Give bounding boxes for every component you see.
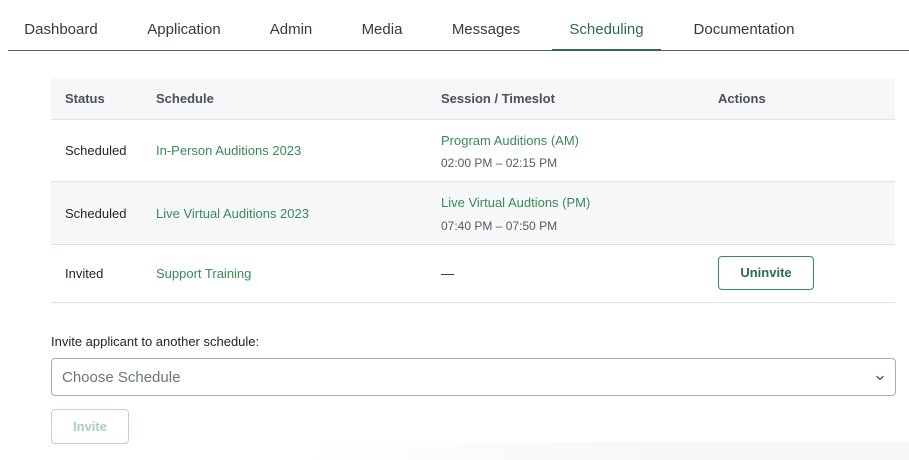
session-link[interactable]: Program Auditions (AM) — [441, 133, 579, 148]
timeslot-text: 07:40 PM – 07:50 PM — [441, 219, 558, 233]
chevron-down-icon — [876, 375, 884, 381]
uninvite-button[interactable]: Uninvite — [718, 256, 814, 290]
schedule-link[interactable]: In-Person Auditions 2023 — [156, 143, 301, 158]
bottom-fade — [300, 442, 909, 460]
nav-tabs: Dashboard Application Admin Media Messag… — [8, 0, 909, 51]
table-row: Scheduled In-Person Auditions 2023 Progr… — [51, 120, 895, 182]
timeslot-text: 02:00 PM – 02:15 PM — [441, 156, 558, 170]
status-text: Scheduled — [65, 143, 127, 158]
header-actions: Actions — [718, 91, 766, 106]
invite-button[interactable]: Invite — [51, 409, 129, 444]
select-placeholder: Choose Schedule — [62, 369, 181, 386]
header-session: Session / Timeslot — [441, 91, 555, 106]
table-header: Status Schedule Session / Timeslot Actio… — [51, 78, 895, 120]
tab-application[interactable]: Application — [132, 0, 236, 50]
table-row: Scheduled Live Virtual Auditions 2023 Li… — [51, 182, 895, 245]
schedule-table: Status Schedule Session / Timeslot Actio… — [51, 78, 895, 303]
session-empty: — — [441, 266, 454, 281]
schedule-select[interactable]: Choose Schedule — [51, 358, 896, 396]
schedule-link[interactable]: Live Virtual Auditions 2023 — [156, 206, 309, 221]
session-link[interactable]: Live Virtual Audtions (PM) — [441, 195, 590, 210]
tab-scheduling[interactable]: Scheduling — [552, 0, 661, 51]
tab-media[interactable]: Media — [348, 0, 416, 50]
table-row: Invited Support Training — Uninvite — [51, 245, 895, 303]
status-text: Invited — [65, 266, 104, 281]
schedule-link[interactable]: Support Training — [156, 266, 251, 281]
tab-admin[interactable]: Admin — [258, 0, 324, 50]
status-text: Scheduled — [65, 206, 127, 221]
tab-dashboard[interactable]: Dashboard — [8, 0, 114, 50]
tab-messages[interactable]: Messages — [438, 0, 534, 50]
header-status: Status — [65, 91, 105, 106]
header-schedule: Schedule — [156, 91, 214, 106]
invite-label: Invite applicant to another schedule: — [51, 334, 260, 349]
tab-documentation[interactable]: Documentation — [682, 0, 806, 50]
